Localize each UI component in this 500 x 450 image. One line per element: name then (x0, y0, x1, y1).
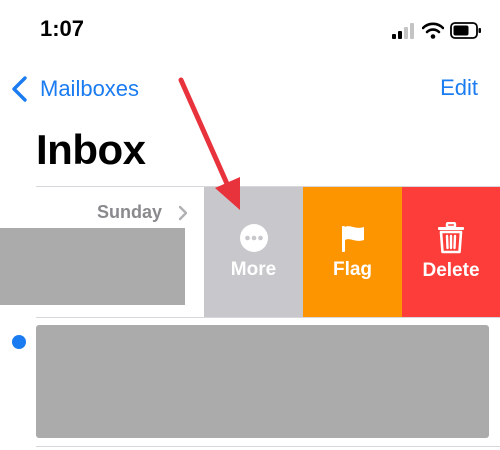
divider (36, 317, 500, 318)
more-button[interactable]: More (204, 187, 303, 317)
trash-icon (438, 222, 464, 254)
message-date: Sunday (97, 202, 163, 222)
back-button-label: Mailboxes (40, 76, 140, 101)
signal-icon (392, 23, 414, 39)
flag-icon (341, 226, 364, 252)
status-time: 1:07 (40, 16, 85, 41)
flag-button[interactable]: Flag (303, 187, 402, 317)
page-title: Inbox (36, 126, 146, 173)
delete-button-label: Delete (422, 260, 480, 281)
chevron-left-icon (12, 76, 27, 102)
chevron-right-icon (178, 205, 188, 221)
flag-button-label: Flag (332, 259, 373, 280)
delete-button[interactable]: Delete (402, 187, 500, 317)
more-button-label: More (230, 259, 277, 280)
divider (36, 446, 500, 447)
back-button[interactable]: Mailboxes (8, 74, 139, 104)
battery-icon (450, 22, 481, 39)
redacted-message-preview (36, 325, 489, 438)
edit-button[interactable]: Edit (440, 75, 478, 101)
more-icon (239, 224, 268, 252)
unread-indicator (12, 335, 26, 349)
wifi-icon (422, 22, 444, 39)
redacted-message-preview (0, 228, 185, 305)
